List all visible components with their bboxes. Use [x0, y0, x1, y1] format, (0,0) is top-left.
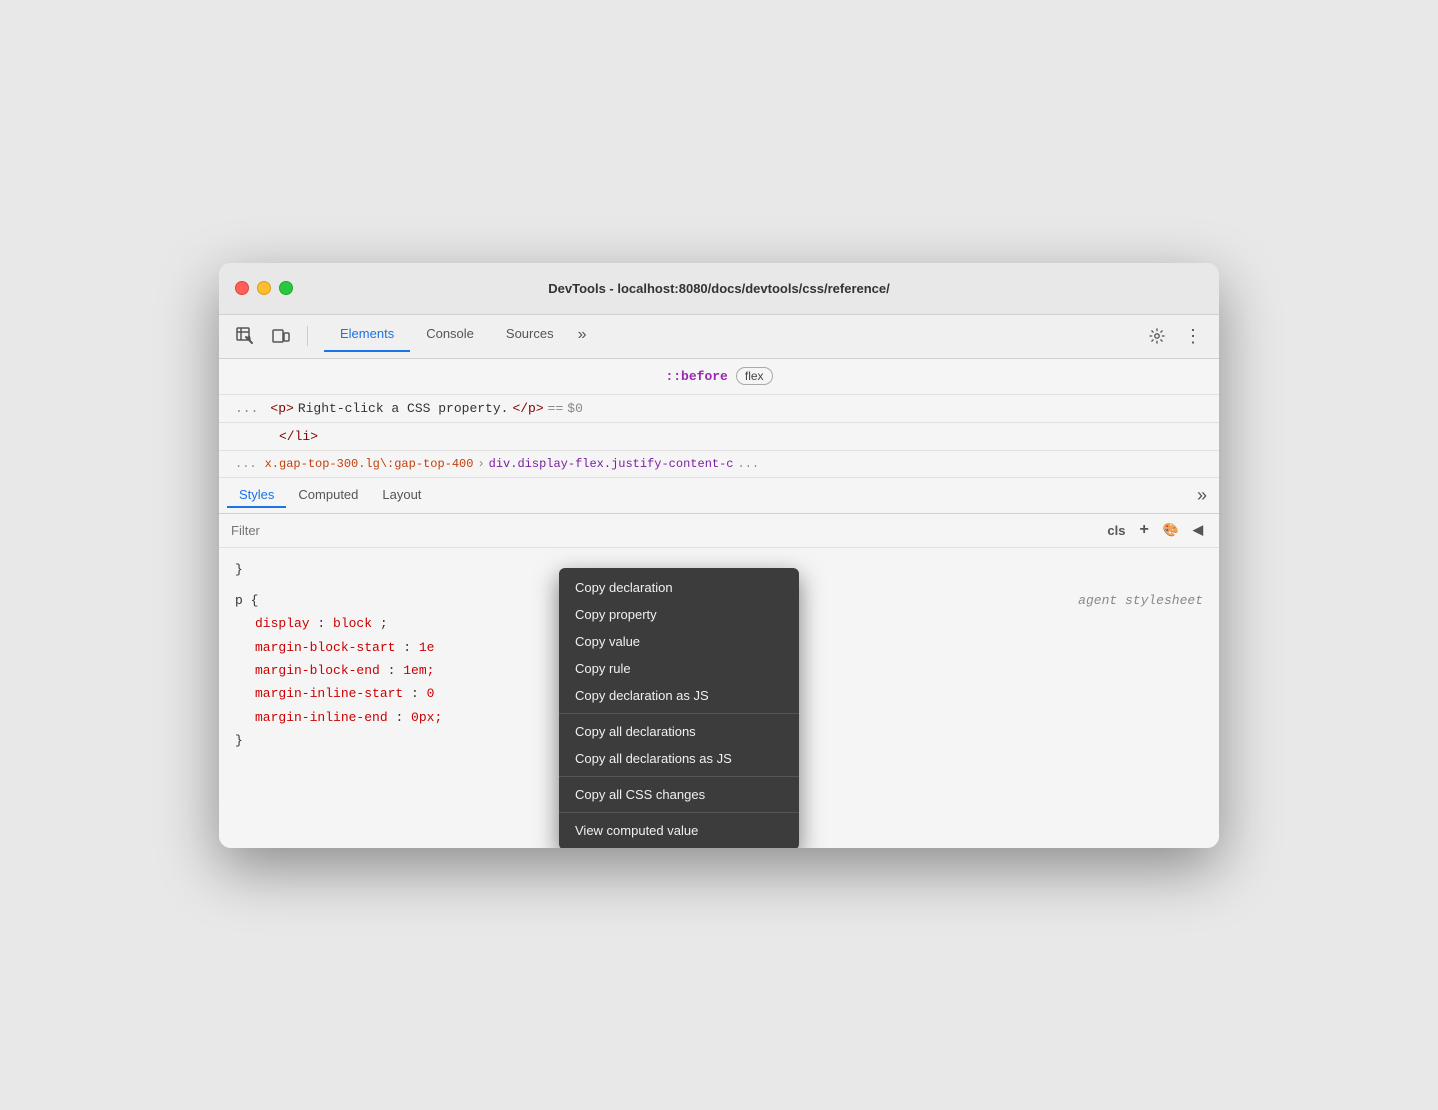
- tab-sources[interactable]: Sources: [490, 320, 570, 352]
- bc-dots: ...: [235, 457, 257, 471]
- filter-icons: cls + 🎨 ◀: [1103, 519, 1207, 541]
- styles-tabs-right: »: [1193, 481, 1211, 510]
- ctx-divider-3: [559, 812, 799, 813]
- ctx-copy-property[interactable]: Copy property: [559, 601, 799, 628]
- ctx-divider-1: [559, 713, 799, 714]
- bc-link-1[interactable]: x.gap-top-300.lg\:gap-top-400: [265, 457, 474, 471]
- maximize-button[interactable]: [279, 281, 293, 295]
- html-element-row: ... <p> Right-click a CSS property. </p>…: [219, 395, 1219, 423]
- titlebar: DevTools - localhost:8080/docs/devtools/…: [219, 263, 1219, 315]
- html-li-row: </li>: [219, 423, 1219, 451]
- bc-more: ...: [738, 457, 760, 471]
- bc-link-2[interactable]: div.display-flex.justify-content-c: [489, 457, 734, 471]
- breadcrumb: ... x.gap-top-300.lg\:gap-top-400 › div.…: [219, 451, 1219, 478]
- style-inspector-icon[interactable]: 🎨: [1159, 520, 1183, 540]
- ctx-view-computed[interactable]: View computed value: [559, 817, 799, 844]
- cls-button[interactable]: cls: [1103, 521, 1129, 540]
- css-area: } p { agent stylesheet display : block ;…: [219, 548, 1219, 848]
- html-dollar: $0: [567, 401, 583, 416]
- filter-input[interactable]: [231, 523, 1095, 538]
- devtools-window: DevTools - localhost:8080/docs/devtools/…: [219, 263, 1219, 848]
- html-open-tag: <p>: [270, 401, 293, 416]
- settings-icon[interactable]: [1143, 322, 1171, 350]
- tab-computed[interactable]: Computed: [286, 483, 370, 508]
- tab-more[interactable]: »: [570, 320, 595, 352]
- device-icon[interactable]: [267, 322, 295, 350]
- pseudo-element-label: ::before: [665, 369, 727, 384]
- ctx-copy-rule[interactable]: Copy rule: [559, 655, 799, 682]
- toolbar-divider: [307, 326, 308, 346]
- tab-elements[interactable]: Elements: [324, 320, 410, 352]
- sidebar-toggle-icon[interactable]: ◀: [1189, 520, 1207, 540]
- inspect-icon[interactable]: [231, 322, 259, 350]
- traffic-lights: [235, 281, 293, 295]
- html-li-tag: </li>: [279, 429, 318, 444]
- html-text-content: Right-click a CSS property.: [298, 401, 509, 416]
- ctx-copy-declaration[interactable]: Copy declaration: [559, 574, 799, 601]
- css-close-brace-1: }: [235, 562, 243, 577]
- close-button[interactable]: [235, 281, 249, 295]
- styles-filter-row: cls + 🎨 ◀: [219, 514, 1219, 548]
- ctx-copy-all-declarations[interactable]: Copy all declarations: [559, 718, 799, 745]
- add-style-button[interactable]: +: [1135, 519, 1152, 541]
- ctx-copy-declaration-js[interactable]: Copy declaration as JS: [559, 682, 799, 709]
- flex-badge: flex: [736, 367, 773, 385]
- html-dots: ...: [235, 401, 258, 416]
- main-tabs: Elements Console Sources »: [324, 320, 595, 352]
- ctx-divider-2: [559, 776, 799, 777]
- more-options-icon[interactable]: ⋮: [1179, 322, 1207, 350]
- html-equals: ==: [548, 401, 564, 416]
- devtools-toolbar: Elements Console Sources » ⋮: [219, 315, 1219, 359]
- ctx-copy-value[interactable]: Copy value: [559, 628, 799, 655]
- styles-more-icon[interactable]: »: [1193, 481, 1211, 510]
- window-title: DevTools - localhost:8080/docs/devtools/…: [548, 281, 890, 296]
- tab-layout[interactable]: Layout: [370, 483, 433, 508]
- context-menu: Copy declaration Copy property Copy valu…: [559, 568, 799, 848]
- tab-styles[interactable]: Styles: [227, 483, 286, 508]
- pseudo-element-bar: ::before flex: [219, 359, 1219, 395]
- css-close-brace-2: }: [235, 733, 243, 748]
- styles-panel-tabs: Styles Computed Layout »: [219, 478, 1219, 514]
- ctx-copy-all-css[interactable]: Copy all CSS changes: [559, 781, 799, 808]
- html-close-tag: </p>: [512, 401, 543, 416]
- css-selector: p {: [235, 589, 258, 612]
- minimize-button[interactable]: [257, 281, 271, 295]
- tab-console[interactable]: Console: [410, 320, 490, 352]
- ctx-copy-all-declarations-js[interactable]: Copy all declarations as JS: [559, 745, 799, 772]
- agent-stylesheet-comment: agent stylesheet: [1078, 589, 1203, 612]
- bc-separator: ›: [477, 457, 484, 471]
- toolbar-right: ⋮: [1143, 322, 1207, 350]
